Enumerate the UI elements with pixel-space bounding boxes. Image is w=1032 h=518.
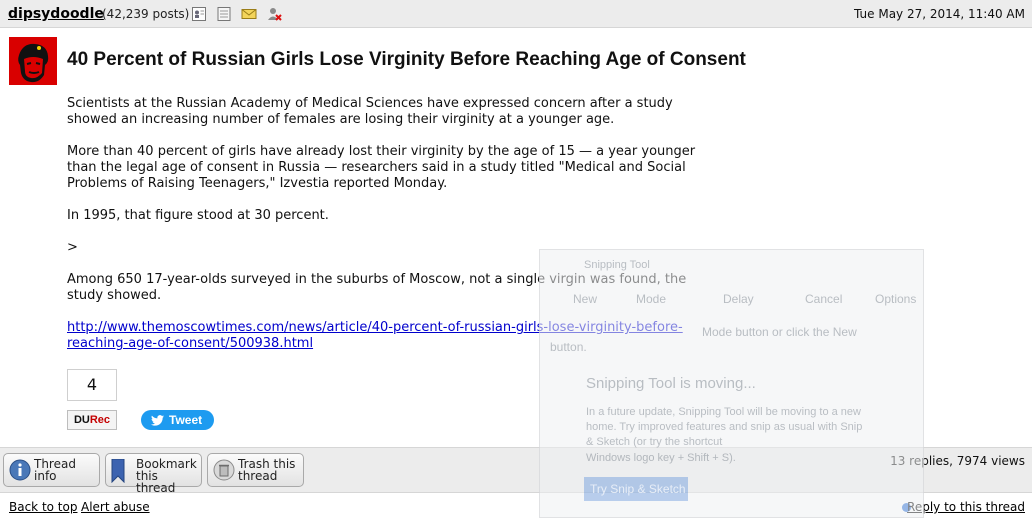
reply-link[interactable]: Reply to this thread — [907, 500, 1025, 514]
mail-icon[interactable] — [241, 6, 257, 22]
snip-moving-body-4: Windows logo key + Shift + S). — [586, 452, 736, 464]
recommend-count: 4 — [67, 369, 117, 401]
post-paragraph: More than 40 percent of girls have alrea… — [67, 144, 696, 191]
post-date: Tue May 27, 2014, 11:40 AM — [854, 7, 1025, 21]
snip-mode-button[interactable]: Mode — [636, 292, 666, 306]
post-count: (42,239 posts) — [102, 7, 190, 21]
du-rec-du-text: DU — [73, 414, 90, 426]
snip-delay-button[interactable]: Delay — [723, 292, 754, 306]
du-rec-button[interactable]: DURec — [67, 410, 117, 430]
alert-abuse-link[interactable]: Alert abuse — [81, 500, 150, 514]
twitter-bird-icon — [151, 415, 164, 426]
snip-cancel-button[interactable]: Cancel — [805, 292, 842, 306]
back-to-top-link[interactable]: Back to top — [9, 500, 77, 514]
thread-title: 40 Percent of Russian Girls Lose Virgini… — [67, 49, 746, 70]
author-link[interactable]: dipsydoodle — [8, 6, 104, 22]
post-paragraph: Scientists at the Russian Academy of Med… — [67, 96, 673, 127]
snipping-tool-overlay: Snipping Tool New Mode Delay Cancel Opti… — [539, 249, 924, 518]
snip-moving-body-2: home. Try improved features and snip as … — [586, 421, 863, 433]
snip-try-button[interactable]: Try Snip & Sketch — [584, 477, 688, 501]
snip-title: Snipping Tool — [584, 259, 650, 271]
snip-moving-body-1: In a future update, Snipping Tool will b… — [586, 406, 861, 418]
thread-info-button[interactable]: Thread info — [3, 453, 100, 487]
bookmark-icon — [111, 459, 125, 483]
du-rec-rec-text: Rec — [89, 414, 111, 426]
snip-options-button[interactable]: Options — [875, 292, 916, 306]
trash-thread-button[interactable]: Trash this thread — [207, 453, 304, 487]
profile-icon[interactable] — [191, 6, 207, 22]
snip-hint-2: button. — [550, 340, 587, 354]
snip-moving-title: Snipping Tool is moving... — [586, 375, 756, 392]
trash-label-2: thread — [238, 469, 278, 483]
snip-new-button[interactable]: New — [573, 292, 597, 306]
journal-icon[interactable] — [216, 6, 232, 22]
snip-hint-1: Mode button or click the New — [702, 325, 857, 339]
header-icons — [191, 6, 282, 22]
tweet-button[interactable]: Tweet — [141, 410, 214, 430]
tweet-label: Tweet — [169, 413, 203, 427]
thread-info-label-2: info — [34, 469, 57, 483]
bookmark-thread-button[interactable]: Bookmark this thread — [105, 453, 202, 494]
info-icon — [9, 459, 31, 481]
ignore-user-icon[interactable] — [266, 6, 282, 22]
trash-icon — [213, 459, 235, 481]
avatar — [9, 37, 57, 85]
post-header: dipsydoodle (42,239 posts) Tue May 27, 2… — [0, 0, 1032, 28]
snip-moving-body-3: & Sketch (or try the shortcut — [586, 436, 723, 448]
post-paragraph: In 1995, that figure stood at 30 percent… — [67, 208, 329, 223]
